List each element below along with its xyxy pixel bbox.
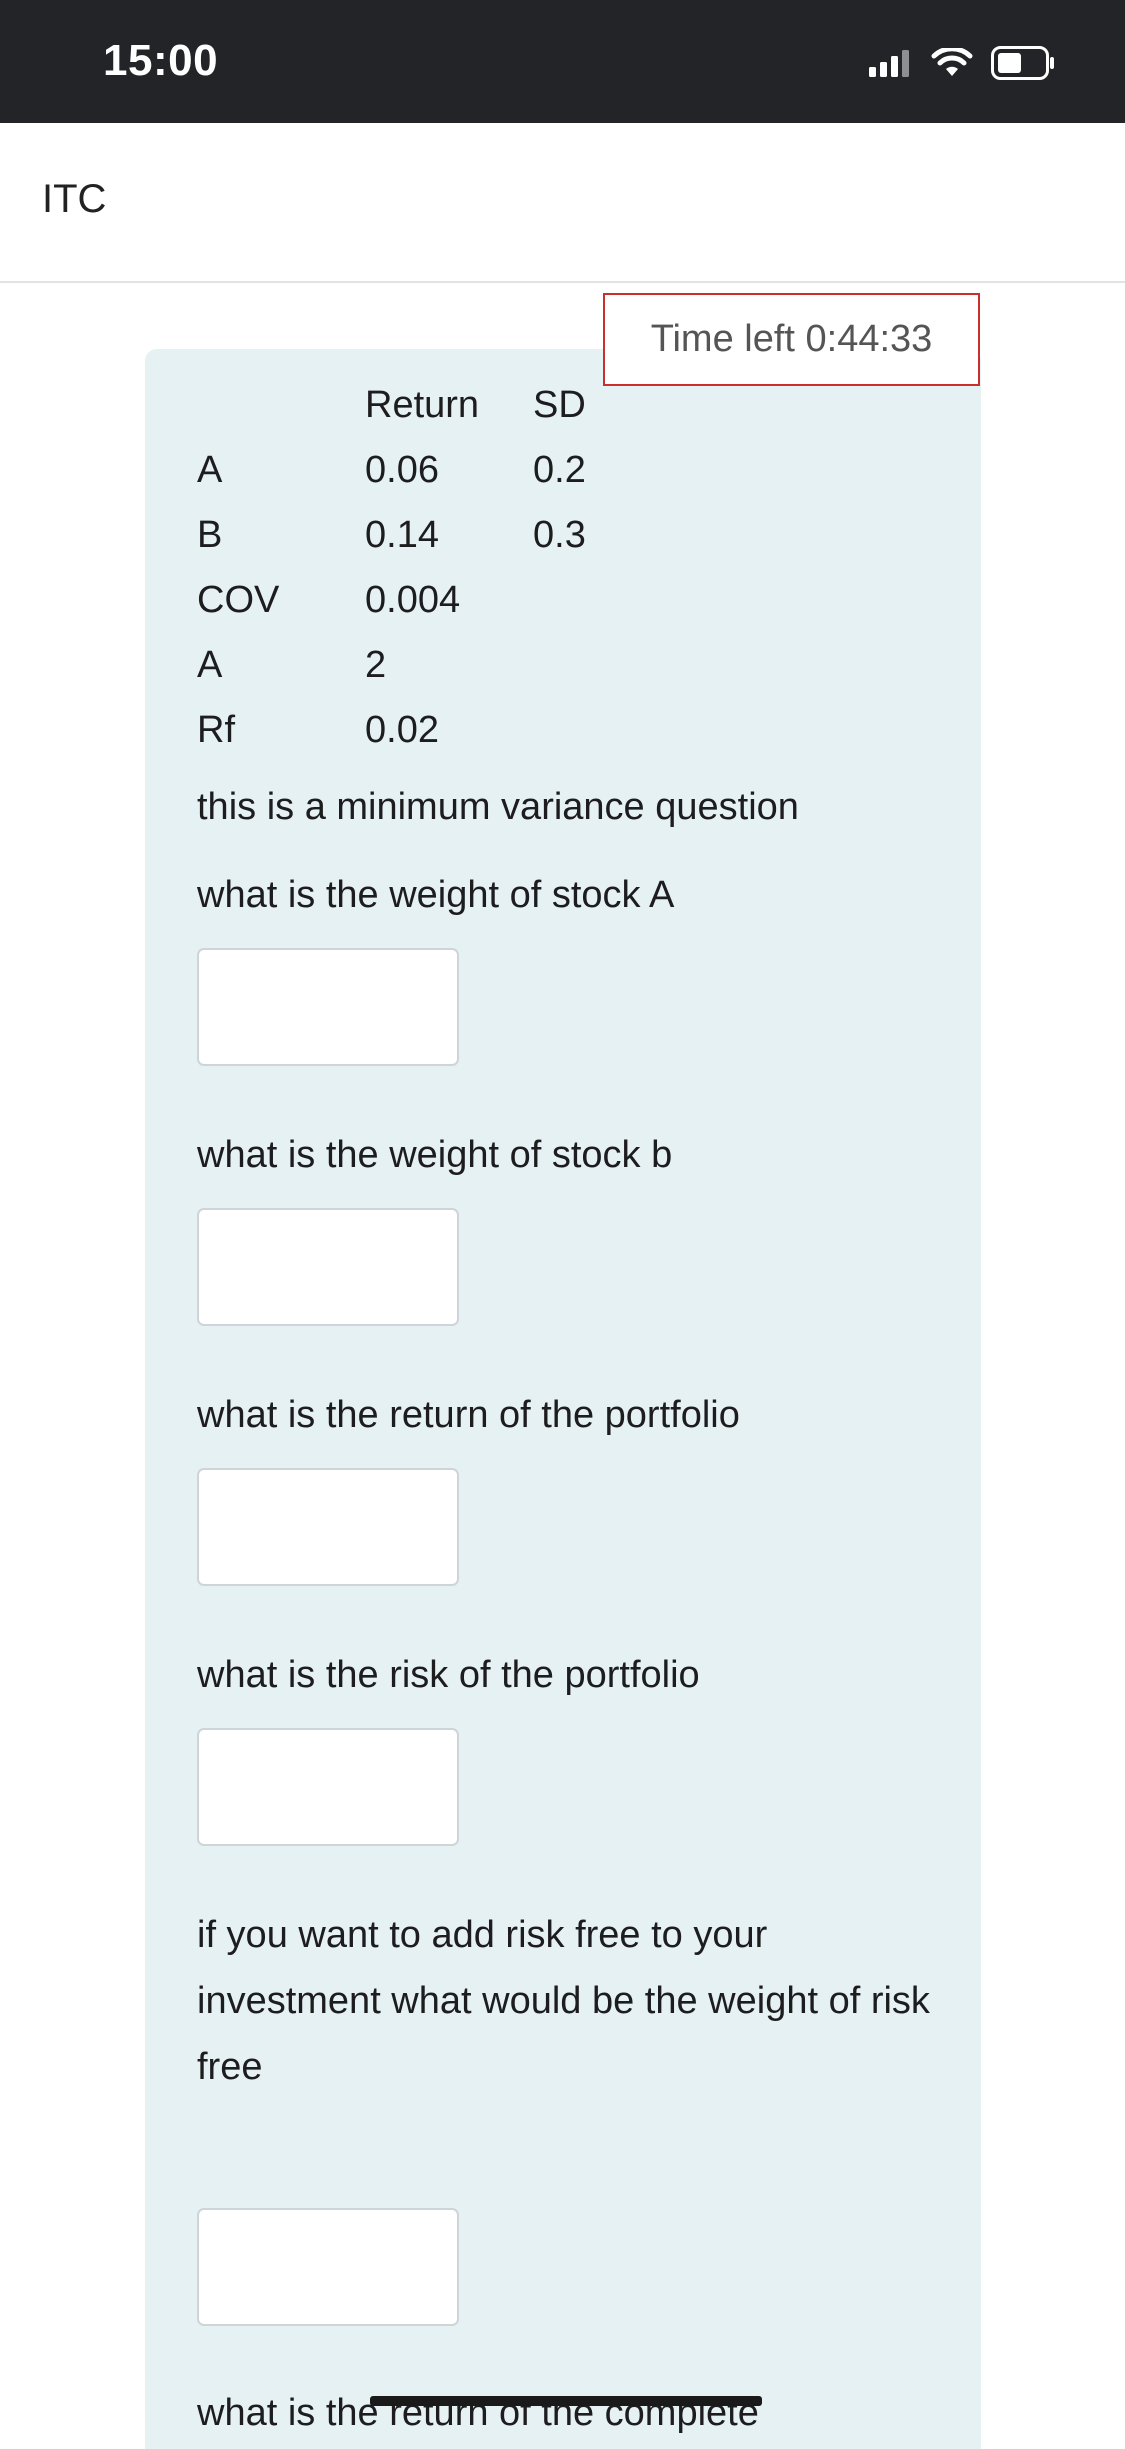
status-icons (869, 45, 1055, 85)
table-cell: 0.02 (365, 709, 439, 751)
timer-badge: Time left 0:44:33 (603, 293, 980, 386)
table-cell: B (197, 514, 223, 556)
question-portfolio-risk: what is the risk of the portfolio (197, 1654, 700, 1696)
page-title: ITC (42, 177, 107, 221)
table-cell: 0.14 (365, 514, 439, 556)
table-cell: 0.004 (365, 579, 461, 621)
table-cell: Rf (197, 709, 235, 751)
answer-weight-a-input[interactable] (197, 948, 459, 1066)
table-cell: 0.06 (365, 449, 439, 491)
table-cell: 0.2 (533, 449, 586, 491)
question-portfolio-return: what is the return of the portfolio (197, 1394, 740, 1436)
question-weight-a: what is the weight of stock A (197, 874, 675, 916)
answer-weight-b-input[interactable] (197, 1208, 459, 1326)
answer-risk-free-weight-input[interactable] (197, 2208, 459, 2326)
question-risk-free-weight: if you want to add risk free to your inv… (197, 1914, 930, 2088)
battery-icon (991, 45, 1055, 85)
table-cell: A (197, 644, 223, 686)
question-complete-return: what is the return of the complete (197, 2392, 759, 2434)
question-intro: this is a minimum variance question (197, 786, 799, 828)
signal-icon (869, 49, 913, 82)
wifi-icon (931, 45, 973, 83)
question-weight-b: what is the weight of stock b (197, 1134, 673, 1176)
timer-text: Time left 0:44:33 (650, 318, 933, 360)
redaction-mark (370, 2396, 762, 2406)
answer-portfolio-return-input[interactable] (197, 1468, 459, 1586)
table-cell: 2 (365, 644, 387, 686)
table-cell: 0.3 (533, 514, 586, 556)
table-cell: COV (197, 579, 280, 621)
table-cell: A (197, 449, 223, 491)
table-header-cell: SD (533, 384, 586, 426)
page-header: ITC (0, 123, 1125, 283)
answer-portfolio-risk-input[interactable] (197, 1728, 459, 1846)
status-time: 15:00 (103, 36, 219, 85)
table-header-cell: Return (365, 384, 480, 426)
status-bar: 15:00 (0, 0, 1125, 123)
